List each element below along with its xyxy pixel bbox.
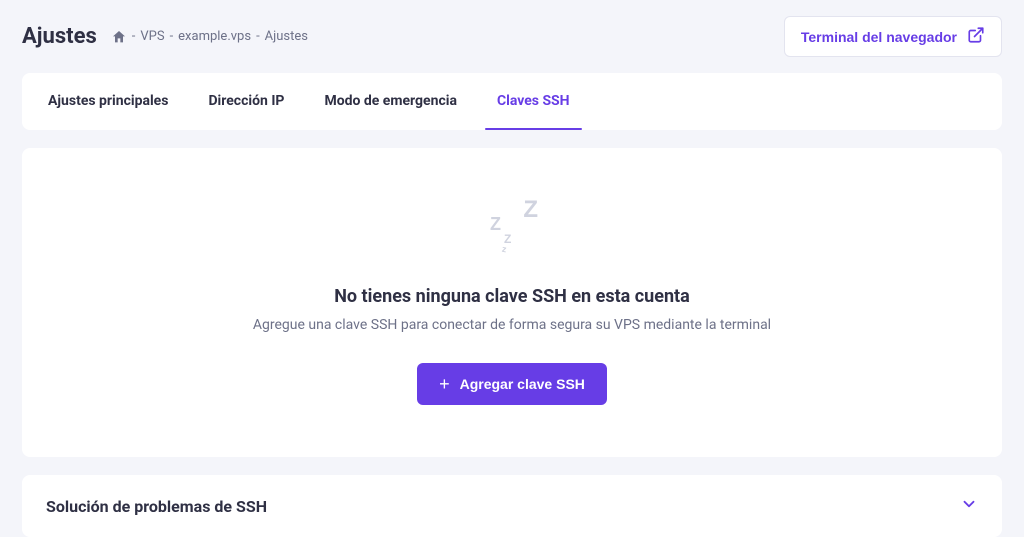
empty-state-icon: ZZZz <box>482 196 542 256</box>
add-ssh-key-button[interactable]: + Agregar clave SSH <box>417 363 607 405</box>
breadcrumb-sep: - <box>170 29 174 44</box>
page-title: Ajustes <box>22 24 97 49</box>
add-ssh-key-label: Agregar clave SSH <box>460 376 585 392</box>
header-left: Ajustes - VPS - example.vps - Ajustes <box>22 24 308 49</box>
tabs: Ajustes principales Dirección IP Modo de… <box>22 73 1002 130</box>
breadcrumb[interactable]: - VPS - example.vps - Ajustes <box>111 29 308 45</box>
breadcrumb-host[interactable]: example.vps <box>178 29 251 44</box>
tab-emergency-mode[interactable]: Modo de emergencia <box>324 73 457 129</box>
breadcrumb-current: Ajustes <box>265 29 308 44</box>
empty-state-title: No tienes ninguna clave SSH en esta cuen… <box>334 286 690 307</box>
home-icon[interactable] <box>111 29 127 45</box>
breadcrumb-vps[interactable]: VPS <box>140 29 164 44</box>
browser-terminal-label: Terminal del navegador <box>801 29 957 45</box>
plus-icon: + <box>439 375 450 393</box>
tabs-card: Ajustes principales Dirección IP Modo de… <box>22 73 1002 130</box>
accordion-title: Solución de problemas de SSH <box>46 497 267 516</box>
external-link-icon <box>967 26 985 47</box>
tab-ip-address[interactable]: Dirección IP <box>208 73 284 129</box>
breadcrumb-sep: - <box>256 29 260 44</box>
chevron-down-icon <box>960 495 978 517</box>
ssh-troubleshooting-accordion[interactable]: Solución de problemas de SSH <box>22 475 1002 537</box>
page-header: Ajustes - VPS - example.vps - Ajustes Te… <box>0 0 1024 67</box>
breadcrumb-sep: - <box>132 29 136 44</box>
empty-state-subtitle: Agregue una clave SSH para conectar de f… <box>253 317 771 333</box>
browser-terminal-button[interactable]: Terminal del navegador <box>784 16 1002 57</box>
ssh-keys-panel: ZZZz No tienes ninguna clave SSH en esta… <box>22 148 1002 457</box>
tab-main-settings[interactable]: Ajustes principales <box>48 73 168 129</box>
tab-ssh-keys[interactable]: Claves SSH <box>497 73 570 129</box>
